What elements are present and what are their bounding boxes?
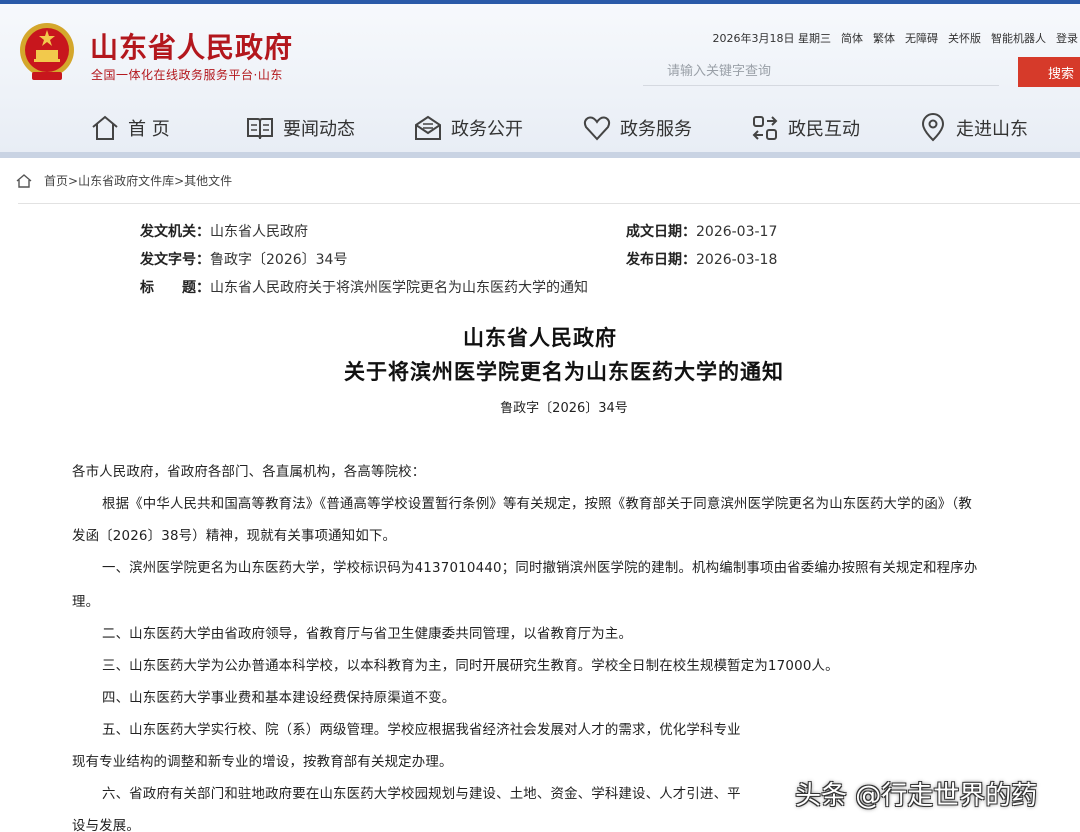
meta-fade-overlay (865, 204, 1080, 309)
nav-label: 政务服务 (620, 119, 692, 140)
written-date-value: 2026-03-17 (696, 224, 778, 240)
elderly-mode-link[interactable]: 关怀版 (948, 30, 981, 46)
search-input[interactable] (643, 58, 999, 86)
document-meta: 发文机关：山东省人民政府 发文字号：鲁政字〔2026〕34号 标 题：山东省人民… (18, 203, 1080, 309)
doc-paragraph: 理。 (72, 595, 100, 610)
nav-about-shandong[interactable]: 走进山东 (918, 104, 1028, 152)
doc-paragraph: 四、山东医药大学事业费和基本建设经费保持原渠道不变。 (102, 691, 456, 706)
published-date-label: 发布日期： (626, 252, 696, 268)
main-nav: 首 页 要闻动态 政务公开 政务服务 政民互动 走进山东 (0, 104, 1080, 152)
nav-label: 走进山东 (956, 119, 1028, 140)
simplified-chinese-link[interactable]: 简体 (841, 30, 863, 46)
issuer-label: 发文机关： (140, 224, 210, 240)
smart-robot-link[interactable]: 智能机器人 (991, 30, 1046, 46)
breadcrumb-separator: > (174, 174, 185, 188)
doc-paragraph: 各市人民政府，省政府各部门、各直属机构，各高等院校： (72, 465, 426, 480)
search-button[interactable]: 搜索 (1018, 57, 1080, 87)
nav-news[interactable]: 要闻动态 (245, 104, 355, 152)
number-label: 发文字号： (140, 252, 210, 268)
published-date-value: 2026-03-18 (696, 252, 778, 268)
nav-label: 要闻动态 (283, 119, 355, 140)
written-date-label: 成文日期： (626, 224, 696, 240)
breadcrumb-separator: > (68, 174, 79, 188)
doc-paragraph: 设与发展。 (72, 819, 140, 832)
nav-label: 首 页 (128, 119, 170, 140)
current-date: 2026年3月18日 星期三 (712, 32, 832, 45)
meta-number: 发文字号：鲁政字〔2026〕34号 (140, 249, 347, 269)
traditional-chinese-link[interactable]: 繁体 (873, 30, 895, 46)
national-emblem-icon[interactable] (18, 20, 76, 84)
doc-paragraph: 三、山东医药大学为公办普通本科学校，以本科教育为主，同时开展研究生教育。学校全日… (102, 659, 839, 674)
nav-interaction[interactable]: 政民互动 (750, 104, 860, 152)
site-title[interactable]: 山东省人民政府 (90, 26, 293, 66)
doc-paragraph: 五、山东医药大学实行校、院（系）两级管理。学校应根据我省经济社会发展对人才的需求… (102, 723, 741, 738)
document-number: 鲁政字〔2026〕34号 (500, 401, 628, 416)
title-label: 标 题： (140, 280, 210, 296)
doc-paragraph: 二、山东医药大学由省政府领导，省教育厅与省卫生健康委共同管理，以省教育厅为主。 (102, 627, 633, 642)
number-value: 鲁政字〔2026〕34号 (210, 252, 348, 268)
nav-services[interactable]: 政务服务 (582, 104, 692, 152)
meta-written-date: 成文日期：2026-03-17 (626, 221, 777, 241)
document-title-line1: 山东省人民政府 (463, 326, 617, 350)
accessibility-link[interactable]: 无障碍 (905, 30, 938, 46)
breadcrumb: 首页>山东省政府文件库>其他文件 (16, 172, 232, 189)
breadcrumb-home[interactable]: 首页 (44, 174, 68, 188)
meta-published-date: 发布日期：2026-03-18 (626, 249, 777, 269)
title-value: 山东省人民政府关于将滨州医学院更名为山东医药大学的通知 (210, 280, 588, 296)
doc-paragraph: 一、滨州医学院更名为山东医药大学，学校标识码为4137010440；同时撤销滨州… (102, 561, 978, 576)
login-link[interactable]: 登录 (1056, 30, 1078, 46)
nav-label: 政民互动 (788, 119, 860, 140)
heart-icon (583, 116, 611, 141)
site-subtitle: 全国一体化在线政务服务平台·山东 (91, 68, 283, 82)
doc-paragraph: 现有专业结构的调整和新专业的增设，按教育部有关规定办理。 (72, 755, 453, 770)
doc-paragraph: 六、省政府有关部门和驻地政府要在山东医药大学校园规划与建设、土地、资金、学科建设… (102, 787, 741, 802)
breadcrumb-current[interactable]: 其他文件 (184, 174, 232, 188)
meta-title: 标 题：山东省人民政府关于将滨州医学院更名为山东医药大学的通知 (140, 277, 588, 297)
location-icon (921, 113, 945, 142)
doc-paragraph: 根据《中华人民共和国高等教育法》《普通高等学校设置暂行条例》等有关规定，按照《教… (102, 497, 972, 512)
nav-public-affairs[interactable]: 政务公开 (413, 104, 523, 152)
top-links: 2026年3月18日 星期三 简体 繁体 无障碍 关怀版 智能机器人 登录 (713, 30, 1079, 46)
doc-paragraph: 发函〔2026〕38号）精神，现就有关事项通知如下。 (72, 529, 397, 544)
book-icon (247, 118, 273, 140)
home-icon (92, 115, 118, 140)
meta-issuer: 发文机关：山东省人民政府 (140, 221, 308, 241)
breadcrumb-library[interactable]: 山东省政府文件库 (78, 174, 174, 188)
nav-label: 政务公开 (451, 119, 523, 140)
interaction-icon (752, 116, 778, 140)
nav-home[interactable]: 首 页 (90, 104, 170, 152)
mail-icon (415, 115, 441, 140)
home-icon[interactable] (16, 173, 32, 188)
issuer-value: 山东省人民政府 (210, 224, 308, 240)
document-title-line2: 关于将滨州医学院更名为山东医药大学的通知 (344, 360, 784, 384)
watermark-text: 头条 @行走世界的药 (795, 781, 1038, 811)
site-header: 山东省人民政府 全国一体化在线政务服务平台·山东 2026年3月18日 星期三 … (0, 0, 1080, 158)
